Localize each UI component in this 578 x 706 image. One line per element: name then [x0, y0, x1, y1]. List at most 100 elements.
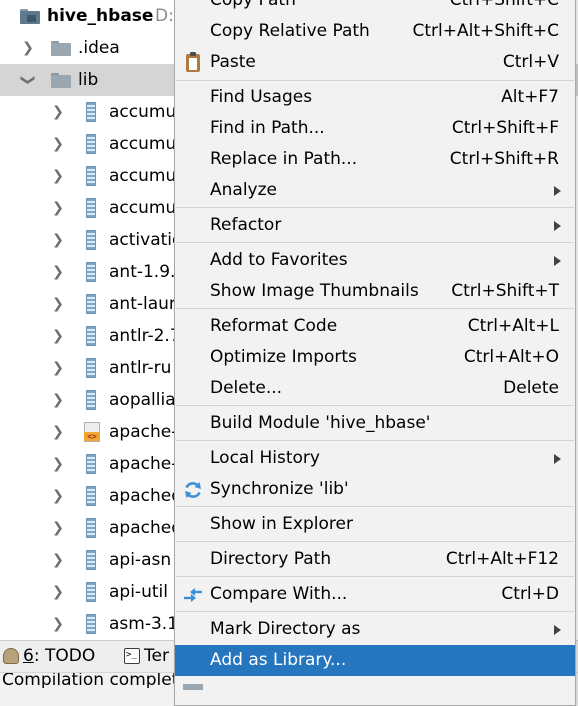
- menu-item-label: Add as Library...: [210, 650, 347, 670]
- folder-icon: [51, 41, 71, 56]
- menu-item-directory-path[interactable]: Directory Path Ctrl+Alt+F12: [175, 544, 575, 575]
- chevron-right-icon[interactable]: ❯: [50, 552, 66, 568]
- chevron-right-icon[interactable]: ❯: [50, 520, 66, 536]
- menu-item-mark-directory-as[interactable]: Mark Directory as: [175, 614, 575, 645]
- menu-item-refactor[interactable]: Refactor: [175, 210, 575, 241]
- menu-item-copy-relative-path[interactable]: Copy Relative Path Ctrl+Alt+Shift+C: [175, 16, 575, 47]
- menu-item-shortcut: Ctrl+Shift+C: [449, 0, 559, 10]
- chevron-right-icon[interactable]: ❯: [50, 168, 66, 184]
- menu-item-copy-path[interactable]: Copy Path Ctrl+Shift+C: [175, 0, 575, 16]
- menu-item-label: Optimize Imports: [210, 347, 357, 367]
- menu-item-optimize-imports[interactable]: Optimize Imports Ctrl+Alt+O: [175, 342, 575, 373]
- chevron-right-icon[interactable]: ❯: [50, 456, 66, 472]
- submenu-arrow-icon: [554, 256, 561, 266]
- menu-separator: [176, 80, 574, 81]
- terminal-label: Ter: [144, 646, 169, 666]
- jar-icon: [86, 102, 96, 122]
- menu-item-synchronize[interactable]: Synchronize 'lib': [175, 474, 575, 505]
- chevron-right-icon[interactable]: ❯: [50, 104, 66, 120]
- menu-separator: [176, 405, 574, 406]
- folder-icon: [183, 684, 203, 690]
- submenu-arrow-icon: [554, 454, 561, 464]
- menu-separator: [176, 242, 574, 243]
- jar-icon: [86, 582, 96, 602]
- jar-icon: [86, 230, 96, 250]
- submenu-arrow-icon: [554, 186, 561, 196]
- jar-icon: [86, 294, 96, 314]
- menu-item-replace-in-path[interactable]: Replace in Path... Ctrl+Shift+R: [175, 144, 575, 175]
- library-label: ant-1.9.: [109, 262, 176, 282]
- jar-icon: [86, 134, 96, 154]
- library-label: apached: [109, 486, 182, 506]
- menu-item-paste[interactable]: Paste Ctrl+V: [175, 47, 575, 78]
- jar-icon: [86, 518, 96, 538]
- library-label: apached: [109, 518, 182, 538]
- menu-item-show-image-thumbnails[interactable]: Show Image Thumbnails Ctrl+Shift+T: [175, 276, 575, 307]
- chevron-right-icon[interactable]: ❯: [20, 40, 36, 56]
- menu-item-label: Directory Path: [210, 549, 332, 569]
- menu-item-find-in-path[interactable]: Find in Path... Ctrl+Shift+F: [175, 113, 575, 144]
- menu-item-shortcut: Alt+F7: [501, 87, 559, 107]
- chevron-right-icon[interactable]: ❯: [50, 392, 66, 408]
- menu-item-shortcut: Ctrl+Alt+F12: [445, 549, 559, 569]
- menu-item-analyze[interactable]: Analyze: [175, 175, 575, 206]
- chevron-down-icon[interactable]: ❯: [20, 72, 36, 88]
- chevron-right-icon[interactable]: ❯: [50, 296, 66, 312]
- menu-item-build-module[interactable]: Build Module 'hive_hbase': [175, 408, 575, 439]
- menu-separator: [176, 207, 574, 208]
- jar-icon: [86, 262, 96, 282]
- menu-item-local-history[interactable]: Local History: [175, 443, 575, 474]
- library-label: aopallia: [109, 390, 176, 410]
- jar-icon: [86, 550, 96, 570]
- jar-icon: [86, 358, 96, 378]
- menu-item-reformat-code[interactable]: Reformat Code Ctrl+Alt+L: [175, 311, 575, 342]
- chevron-right-icon[interactable]: ❯: [50, 136, 66, 152]
- chevron-right-icon[interactable]: ❯: [50, 488, 66, 504]
- root-project-name: hive_hbase: [47, 6, 154, 26]
- library-label: accumu: [109, 134, 177, 154]
- menu-item-label: Local History: [210, 448, 320, 468]
- menu-item-show-in-explorer[interactable]: Show in Explorer: [175, 509, 575, 540]
- library-label: apache-: [109, 454, 178, 474]
- menu-item-label: Replace in Path...: [210, 149, 358, 169]
- context-menu: Copy Path Ctrl+Shift+C Copy Relative Pat…: [174, 0, 576, 706]
- menu-item-delete[interactable]: Delete... Delete: [175, 373, 575, 404]
- menu-separator: [176, 440, 574, 441]
- menu-item-find-usages[interactable]: Find Usages Alt+F7: [175, 82, 575, 113]
- sync-icon: [185, 482, 201, 498]
- menu-item-label: Refactor: [210, 215, 282, 235]
- compare-icon: [184, 588, 202, 602]
- chevron-right-icon[interactable]: ❯: [50, 424, 66, 440]
- menu-item-shortcut: Delete: [503, 378, 559, 398]
- todo-label: : TODO: [33, 646, 96, 666]
- chevron-right-icon[interactable]: ❯: [50, 264, 66, 280]
- jar-icon: [86, 198, 96, 218]
- menu-item-add-to-favorites[interactable]: Add to Favorites: [175, 245, 575, 276]
- chevron-right-icon[interactable]: ❯: [50, 360, 66, 376]
- submenu-arrow-icon: [554, 625, 561, 635]
- menu-item-shortcut: Ctrl+Shift+T: [451, 281, 559, 301]
- menu-item-label: Synchronize 'lib': [210, 479, 349, 499]
- menu-item-label: Find Usages: [210, 87, 313, 107]
- terminal-icon: >_: [124, 648, 140, 664]
- library-label: antlr-2.7: [109, 326, 181, 346]
- menu-item-label: Build Module 'hive_hbase': [210, 413, 431, 433]
- xml-file-icon: <>: [84, 422, 102, 442]
- chevron-right-icon[interactable]: ❯: [50, 616, 66, 632]
- menu-item-label: Analyze: [210, 180, 277, 200]
- chevron-right-icon[interactable]: ❯: [50, 328, 66, 344]
- chevron-right-icon[interactable]: ❯: [50, 584, 66, 600]
- menu-separator: [176, 308, 574, 309]
- menu-item-label: Find in Path...: [210, 118, 325, 138]
- menu-item-shortcut: Ctrl+Alt+L: [467, 316, 559, 336]
- menu-item-label: Mark Directory as: [210, 619, 361, 639]
- menu-item-label: Show in Explorer: [210, 514, 353, 534]
- todo-tool-button[interactable]: 6: TODO: [3, 646, 95, 666]
- chevron-right-icon[interactable]: ❯: [50, 200, 66, 216]
- chevron-right-icon[interactable]: ❯: [50, 232, 66, 248]
- jar-icon: [86, 166, 96, 186]
- library-label: apache-: [109, 422, 178, 442]
- menu-item-add-as-library[interactable]: Add as Library...: [175, 645, 575, 676]
- terminal-tool-button[interactable]: >_ Ter: [124, 646, 169, 666]
- menu-item-compare-with[interactable]: Compare With... Ctrl+D: [175, 579, 575, 610]
